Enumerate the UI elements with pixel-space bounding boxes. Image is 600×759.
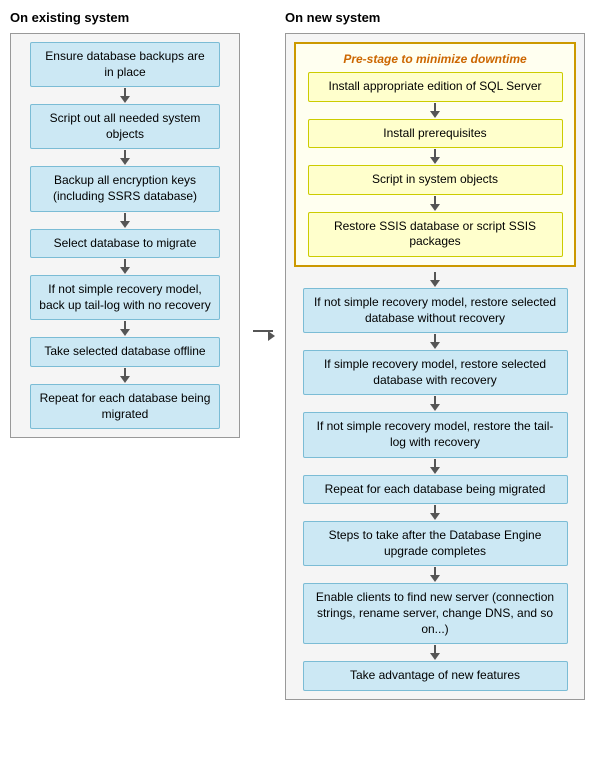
arrow-2 (120, 150, 130, 165)
right-column-title: On new system (285, 10, 380, 25)
arrow-p2 (430, 149, 440, 164)
right-pre-step-3: Script in system objects (308, 165, 563, 195)
right-column: On new system Pre-stage to minimize down… (285, 10, 585, 700)
left-step-2: Script out all needed system objects (30, 104, 220, 149)
left-step-1: Ensure database backups are in place (30, 42, 220, 87)
arrow-1 (120, 88, 130, 103)
right-pre-step-2: Install prerequisites (308, 119, 563, 149)
arrow-4 (120, 259, 130, 274)
right-pre-step-1: Install appropriate edition of SQL Serve… (308, 72, 563, 102)
right-step-3: If not simple recovery model, restore th… (303, 412, 568, 457)
left-column-title: On existing system (10, 10, 129, 25)
arrow-p1 (430, 103, 440, 118)
arrow-r6 (430, 645, 440, 660)
arrow-6 (120, 368, 130, 383)
arrow-5 (120, 321, 130, 336)
arrow-r2 (430, 396, 440, 411)
arrow-r1 (430, 334, 440, 349)
right-pre-step-4: Restore SSIS database or script SSIS pac… (308, 212, 563, 257)
left-step-6: Take selected database offline (30, 337, 220, 367)
arrow-r3 (430, 459, 440, 474)
arrow-r4 (430, 505, 440, 520)
left-column: On existing system Ensure database backu… (10, 10, 240, 438)
right-step-5: Steps to take after the Database Engine … (303, 521, 568, 566)
right-step-6: Enable clients to find new server (conne… (303, 583, 568, 644)
left-step-4: Select database to migrate (30, 229, 220, 259)
arrow-r5 (430, 567, 440, 582)
arrow-r0 (430, 272, 440, 287)
right-step-1: If not simple recovery model, restore se… (303, 288, 568, 333)
right-step-4: Repeat for each database being migrated (303, 475, 568, 505)
horizontal-connector (250, 330, 275, 341)
prestage-box: Pre-stage to minimize downtime Install a… (294, 42, 576, 267)
arrow-p3 (430, 196, 440, 211)
left-step-7: Repeat for each database being migrated (30, 384, 220, 429)
right-outer-box: Pre-stage to minimize downtime Install a… (285, 33, 585, 700)
diagram: On existing system Ensure database backu… (10, 10, 590, 700)
left-step-3: Backup all encryption keys (including SS… (30, 166, 220, 211)
right-step-7: Take advantage of new features (303, 661, 568, 691)
right-step-2: If simple recovery model, restore select… (303, 350, 568, 395)
left-step-5: If not simple recovery model, back up ta… (30, 275, 220, 320)
prestage-title: Pre-stage to minimize downtime (343, 52, 526, 66)
arrow-3 (120, 213, 130, 228)
left-outer-box: Ensure database backups are in place Scr… (10, 33, 240, 438)
